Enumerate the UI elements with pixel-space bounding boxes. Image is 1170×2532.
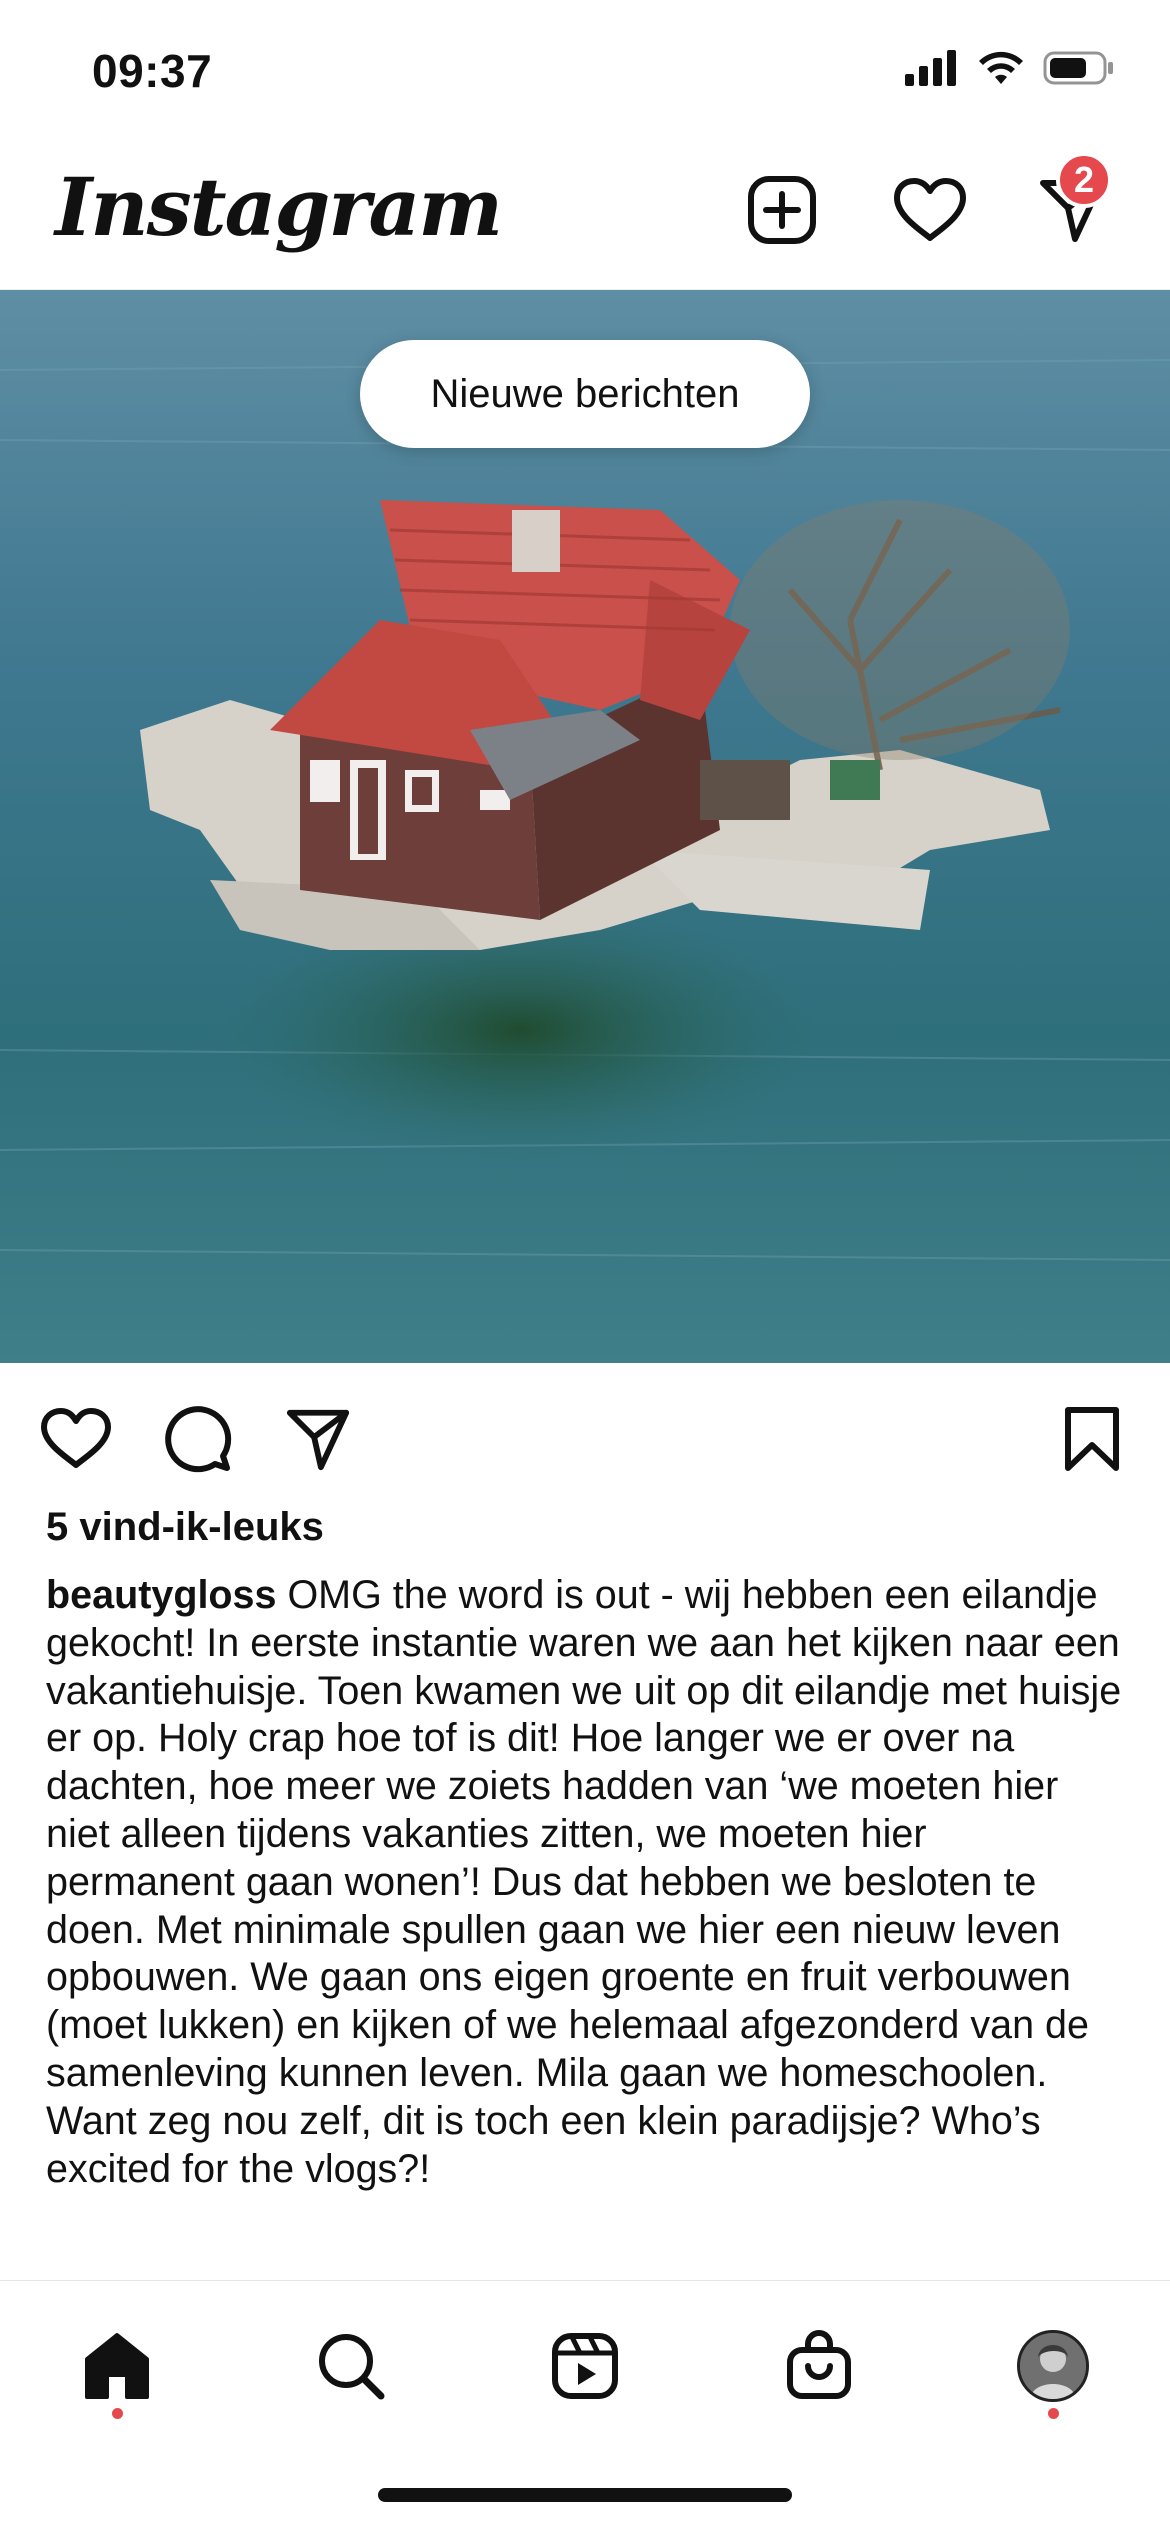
messages-badge: 2 <box>1056 152 1112 208</box>
status-bar: 09:37 <box>0 0 1170 140</box>
home-icon <box>85 2333 149 2399</box>
battery-icon <box>1043 51 1113 85</box>
home-indicator <box>378 2488 792 2502</box>
share-button[interactable] <box>278 1399 358 1479</box>
profile-avatar <box>1017 2330 1089 2402</box>
heart-icon <box>41 1408 111 1468</box>
home-notification-dot <box>112 2408 123 2419</box>
new-posts-pill[interactable]: Nieuwe berichten <box>360 340 810 448</box>
like-button[interactable] <box>36 1399 116 1479</box>
reels-icon <box>552 2333 618 2399</box>
instagram-logo[interactable]: Instagram <box>55 160 503 254</box>
nav-reels[interactable] <box>540 2321 630 2411</box>
direct-messages-button[interactable]: 2 <box>1032 152 1112 250</box>
post-caption: beautygloss OMG the word is out - wij he… <box>46 1572 1126 2193</box>
shop-icon <box>787 2330 851 2399</box>
instagram-feed-screen: 09:37 Instagram 2 Nieuwe berichten 5 vin… <box>0 0 1170 2532</box>
share-icon <box>286 1409 350 1471</box>
nav-search[interactable] <box>306 2321 396 2411</box>
wifi-icon <box>979 51 1023 84</box>
app-header: Instagram 2 <box>0 140 1170 290</box>
island-house-photo <box>0 290 1170 1363</box>
comment-button[interactable] <box>158 1399 238 1479</box>
activity-button[interactable] <box>890 170 970 250</box>
nav-home[interactable] <box>72 2321 162 2411</box>
search-icon <box>319 2334 385 2400</box>
avatar-image <box>1020 2333 1086 2399</box>
bookmark-icon <box>1065 1407 1119 1471</box>
new-post-button[interactable] <box>742 170 822 250</box>
caption-text: OMG the word is out - wij hebben een eil… <box>46 1573 1122 2191</box>
nav-profile[interactable] <box>1008 2321 1098 2411</box>
post-image[interactable]: Nieuwe berichten <box>0 290 1170 1363</box>
comment-icon <box>165 1406 232 1473</box>
post-actions <box>0 1363 1170 1508</box>
nav-shop[interactable] <box>774 2321 864 2411</box>
caption-username[interactable]: beautygloss <box>46 1573 276 1617</box>
like-count[interactable]: 5 vind-ik-leuks <box>46 1505 324 1550</box>
status-icons <box>905 50 1115 86</box>
plus-square-icon <box>748 176 816 244</box>
profile-notification-dot <box>1048 2408 1059 2419</box>
status-time: 09:37 <box>92 45 213 97</box>
heart-icon <box>894 178 966 241</box>
save-button[interactable] <box>1052 1399 1132 1479</box>
cellular-signal-icon <box>905 50 956 86</box>
